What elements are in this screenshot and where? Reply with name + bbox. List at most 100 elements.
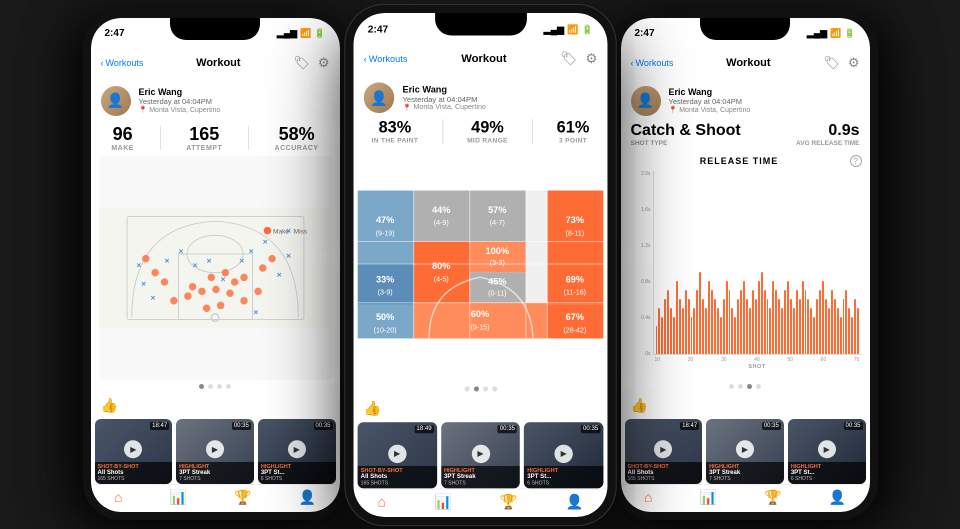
count-2-3: 6 SHOTS — [527, 480, 600, 486]
video-3-2[interactable]: ▶ 00:35 HIGHLIGHT 3PT Streak 7 SHOTS — [706, 419, 784, 484]
stat-accuracy-value-1: 58% — [275, 124, 319, 145]
play-icon-3-1: ▶ — [654, 440, 672, 458]
gear-icon-2[interactable]: ⚙ — [585, 50, 597, 66]
svg-text:57%: 57% — [488, 204, 506, 214]
avatar-img-1: 👤 — [101, 86, 131, 116]
bar-43 — [781, 308, 783, 353]
home-nav-1[interactable]: ⌂ — [114, 489, 122, 506]
bottom-nav-2: ⌂ 📊 🏆 👤 — [353, 488, 607, 517]
bar-21 — [717, 308, 719, 353]
pct-paint-2: 83% IN THE PAINT — [371, 119, 418, 144]
svg-text:69%: 69% — [565, 274, 583, 284]
play-icon-1-2: ▶ — [206, 440, 224, 458]
svg-text:×: × — [286, 225, 291, 235]
status-time-2: 2:47 — [367, 23, 387, 34]
tag-icon-2[interactable]: 🏷 — [560, 50, 577, 66]
like-button-3[interactable]: 👍 — [631, 397, 648, 413]
duration-1-2: 00:35 — [232, 422, 251, 430]
location-pin-2: 📍 — [402, 103, 411, 111]
avatar-3: 👤 — [631, 86, 661, 116]
home-nav-3[interactable]: ⌂ — [644, 489, 652, 506]
bar-56 — [819, 290, 821, 353]
video-3-1[interactable]: ▶ 18:47 SHOT-BY-SHOT All Shots 165 SHOTS — [625, 419, 703, 484]
gear-icon-1[interactable]: ⚙ — [318, 55, 330, 71]
tag-icon-3[interactable]: 🏷 — [823, 55, 840, 71]
video-1-3[interactable]: ▶ 00:35 HIGHLIGHT 3PT St... 6 SHOTS — [258, 419, 336, 484]
x-axis-title: SHOT — [653, 364, 862, 370]
pct-stats-2: 83% IN THE PAINT 49% MID RANGE 61% 3 POI… — [353, 117, 607, 147]
battery-icon-1: 🔋 — [314, 28, 325, 39]
trophy-nav-2[interactable]: 🏆 — [499, 493, 517, 510]
svg-text:73%: 73% — [565, 215, 583, 225]
video-1-2[interactable]: ▶ 00:35 HIGHLIGHT 3PT Streak 7 SHOTS — [176, 419, 254, 484]
pagination-2 — [353, 382, 607, 395]
pagination-3 — [621, 380, 870, 393]
profile-section-1: 👤 Eric Wang Yesterday at 04:04PM 📍 Monta… — [91, 82, 340, 120]
bar-25 — [729, 290, 731, 353]
tag-icon-1[interactable]: 🏷 — [293, 55, 310, 71]
bar-20 — [714, 299, 716, 353]
pct-3pt-val-2: 61% — [556, 119, 589, 137]
gear-icon-3[interactable]: ⚙ — [848, 55, 860, 71]
bar-45 — [787, 281, 789, 353]
play-icon-2-2: ▶ — [471, 444, 489, 462]
person-nav-2[interactable]: 👤 — [565, 493, 583, 510]
type-2-3: HIGHLIGHT — [527, 467, 600, 473]
count-1-1: 165 SHOTS — [98, 476, 170, 482]
like-button-2[interactable]: 👍 — [363, 399, 381, 415]
pagination-1 — [91, 380, 340, 393]
cs-value: 0.9s — [796, 122, 859, 140]
bar-36 — [761, 272, 763, 353]
person-nav-3[interactable]: 👤 — [829, 489, 846, 506]
back-button-1[interactable]: ‹ Workouts — [101, 58, 144, 68]
bar-44 — [784, 290, 786, 353]
chart-nav-1[interactable]: 📊 — [170, 489, 187, 506]
back-button-2[interactable]: ‹ Workouts — [363, 53, 407, 63]
cs-shot-type-label: SHOT TYPE — [631, 140, 741, 147]
back-button-3[interactable]: ‹ Workouts — [631, 58, 674, 68]
pct-mid-2: 49% MID RANGE — [467, 119, 508, 144]
info-icon[interactable]: ? — [850, 155, 862, 167]
back-label-2: Workouts — [368, 53, 407, 63]
video-2-1[interactable]: ▶ 18:49 SHOT-BY-SHOT All Shots 165 SHOTS — [357, 422, 436, 488]
stats-row-1: 96 MAKE 165 ATTEMPT 58% ACCURACY — [91, 120, 340, 156]
svg-text:(4-7): (4-7) — [489, 219, 504, 227]
status-icons-1: ▂▄▆ 📶 🔋 — [277, 28, 326, 39]
video-2-2[interactable]: ▶ 00:35 HIGHLIGHT 3PT Streak 7 SHOTS — [440, 422, 519, 488]
chart-nav-3[interactable]: 📊 — [700, 489, 717, 506]
bar-57 — [822, 281, 824, 353]
duration-3-3: 00:35 — [844, 422, 863, 430]
svg-text:50%: 50% — [375, 312, 393, 322]
bar-68 — [854, 299, 856, 353]
person-nav-1[interactable]: 👤 — [299, 489, 316, 506]
bar-chart-area: 10 20 30 40 50 60 70 SHOT — [653, 171, 862, 370]
svg-text:×: × — [136, 260, 141, 270]
count-2-1: 165 SHOTS — [360, 480, 433, 486]
duration-2-1: 18:49 — [414, 425, 433, 433]
bar-13 — [693, 308, 695, 353]
video-2-3[interactable]: ▶ 00:35 HIGHLIGHT 3PT St... 6 SHOTS — [524, 422, 603, 488]
phone-2-wrapper: 2:47 ▂▄▆ 📶 🔋 ‹ Workouts Workout 🏷 — [348, 10, 613, 520]
bar-5 — [670, 308, 672, 353]
cs-avg-label: AVG RELEASE TIME — [796, 140, 859, 147]
bar-19 — [711, 290, 713, 353]
home-nav-2[interactable]: ⌂ — [377, 493, 386, 510]
like-button-1[interactable]: 👍 — [101, 397, 118, 413]
bar-49 — [799, 299, 801, 353]
bar-26 — [731, 308, 733, 353]
bar-52 — [807, 299, 809, 353]
trophy-nav-3[interactable]: 🏆 — [764, 489, 781, 506]
bar-67 — [851, 317, 853, 353]
chart-nav-2[interactable]: 📊 — [434, 493, 452, 510]
video-1-1[interactable]: ▶ 18:47 SHOT-BY-SHOT All Shots 165 SHOTS — [95, 419, 173, 484]
x-label-40: 40 — [754, 357, 760, 363]
bar-38 — [767, 299, 769, 353]
svg-text:Miss: Miss — [293, 228, 307, 235]
bar-8 — [679, 299, 681, 353]
svg-text:×: × — [164, 255, 169, 265]
trophy-nav-1[interactable]: 🏆 — [234, 489, 251, 506]
label-1-1: SHOT-BY-SHOT All Shots 165 SHOTS — [95, 462, 173, 484]
video-3-3[interactable]: ▶ 00:35 HIGHLIGHT 3PT St... 6 SHOTS — [788, 419, 866, 484]
duration-3-2: 00:35 — [762, 422, 781, 430]
bar-62 — [837, 308, 839, 353]
